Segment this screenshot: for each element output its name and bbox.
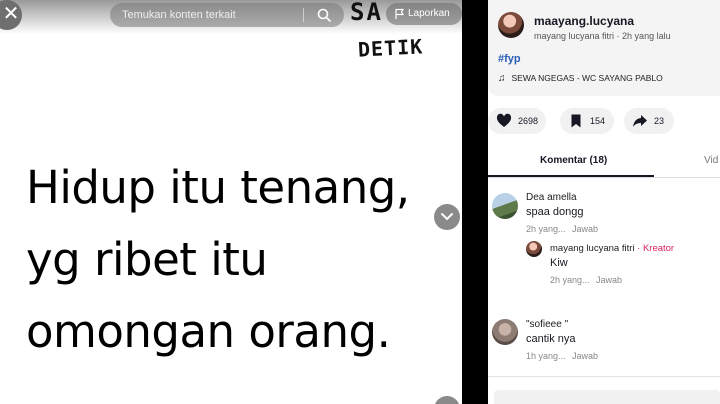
close-icon: ✕ [2, 3, 20, 25]
reply-reply-button[interactable]: Jawab [596, 275, 622, 285]
reply-button[interactable]: Jawab [572, 224, 598, 234]
next-video-button[interactable] [434, 204, 460, 230]
watermark-brand-line2: DETIK [357, 34, 424, 62]
reply-separator: · [634, 243, 643, 254]
save-button[interactable]: 154 [560, 108, 614, 134]
scroll-button[interactable] [434, 396, 460, 404]
commenter-avatar[interactable] [492, 193, 518, 219]
search-icon[interactable] [316, 7, 332, 23]
comment-meta: 1h yang... Jawab [526, 351, 598, 361]
report-label: Laporkan [408, 8, 450, 19]
tab-comments[interactable]: Komentar (18) [540, 155, 607, 166]
avatar[interactable] [498, 12, 524, 38]
commenter-avatar[interactable] [492, 319, 518, 345]
quote-line-1: Hidup itu tenang, [26, 161, 410, 214]
bookmark-icon [571, 114, 581, 128]
tab-videos[interactable]: Vid [704, 155, 718, 166]
like-count: 2698 [518, 116, 539, 126]
comment-author[interactable]: "sofieee " [526, 319, 568, 330]
reply-author-line: mayang lucyana fitri · Kreator [550, 243, 674, 254]
post-info-card: maayang.lucyana mayang lucyana fitri · 2… [488, 0, 720, 96]
video-quote-text: Hidup itu tenang, yg ribet itu omongan o… [26, 152, 410, 368]
reply-meta: 2h yang... Jawab [550, 275, 622, 285]
comment-author[interactable]: Dea amella [526, 192, 577, 203]
post-time: 2h yang lalu [622, 31, 671, 41]
comments-panel: maayang.lucyana mayang lucyana fitri · 2… [488, 0, 720, 404]
comment-text: cantik nya [526, 333, 576, 345]
reply-time: 2h yang... [550, 275, 590, 285]
flag-icon [395, 8, 405, 19]
post-separator: · [614, 31, 623, 41]
comment-input[interactable] [494, 390, 720, 404]
quote-line-3: omongan orang. [26, 305, 391, 358]
post-hashtag[interactable]: #fyp [498, 53, 521, 65]
search-placeholder[interactable]: Temukan konten terkait [122, 9, 236, 21]
comment-time: 1h yang... [526, 351, 566, 361]
comment-text: spaa dongg [526, 206, 584, 218]
post-username[interactable]: maayang.lucyana [534, 14, 634, 28]
reply-text: Kiw [550, 257, 568, 269]
report-button[interactable]: Laporkan [386, 3, 462, 25]
post-display-name: mayang lucyana fitri [534, 31, 615, 41]
tab-divider [488, 177, 720, 178]
share-button[interactable]: 23 [624, 108, 674, 134]
like-button[interactable]: 2698 [488, 108, 546, 134]
save-count: 154 [590, 116, 606, 126]
chevron-down-icon [441, 213, 453, 221]
reply-avatar[interactable] [526, 241, 542, 257]
reply-button[interactable]: Jawab [572, 351, 598, 361]
music-note-icon: ♫ [498, 73, 506, 84]
music-title: SEWA NGEGAS - WC SAYANG PABLO [511, 73, 663, 83]
creator-badge: Kreator [642, 243, 675, 254]
video-panel[interactable]: ✕ Temukan konten terkait SA DETIK Lapork… [0, 0, 462, 404]
quote-line-2: yg ribet itu [26, 233, 268, 286]
panel-divider [462, 0, 488, 404]
share-count: 23 [654, 116, 665, 126]
reply-author[interactable]: mayang lucyana fitri [550, 243, 634, 254]
search-bar[interactable]: Temukan konten terkait [110, 3, 344, 27]
watermark-brand-line1: SA [350, 0, 383, 26]
post-subline: mayang lucyana fitri · 2h yang lalu [534, 31, 671, 41]
share-arrow-icon [633, 115, 647, 127]
comment-meta: 2h yang... Jawab [526, 224, 598, 234]
comment-time: 2h yang... [526, 224, 566, 234]
post-music[interactable]: ♫ SEWA NGEGAS - WC SAYANG PABLO [498, 73, 663, 84]
heart-icon [496, 113, 512, 127]
search-separator [303, 8, 304, 22]
